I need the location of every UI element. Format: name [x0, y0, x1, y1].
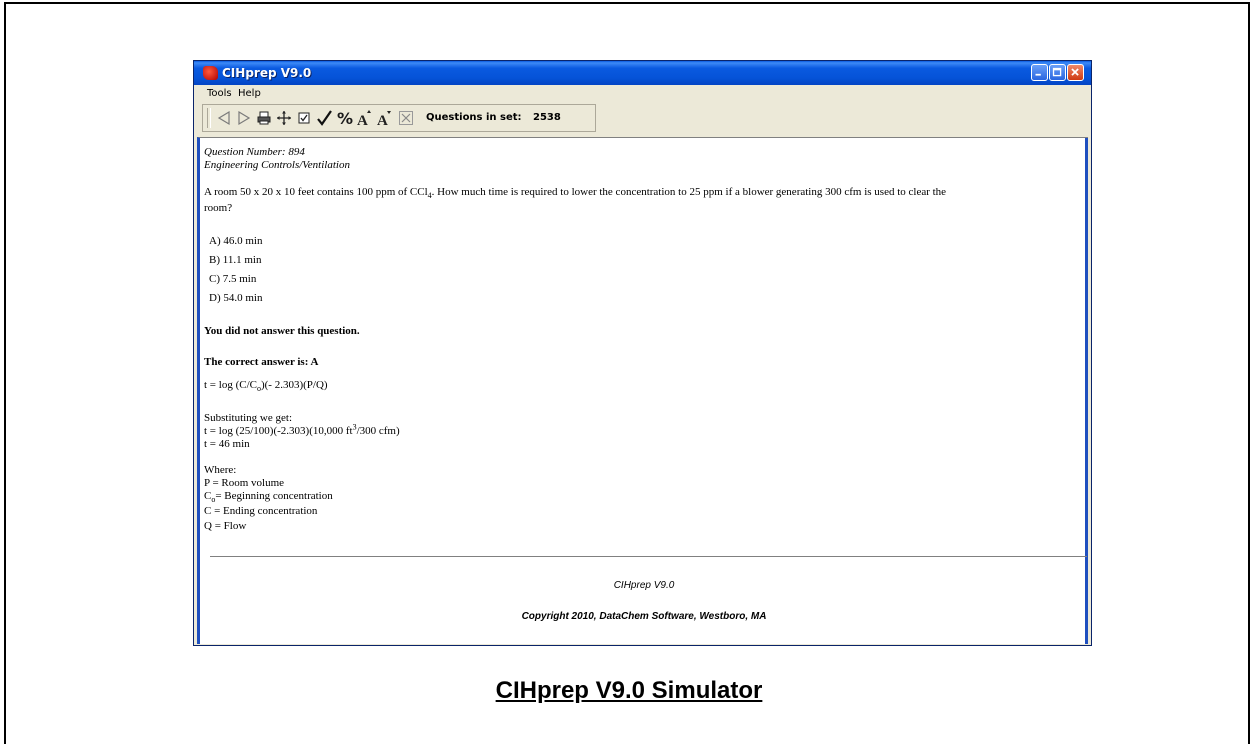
checkmark-icon[interactable] — [315, 109, 333, 127]
question-content: Question Number: 894 Engineering Control… — [197, 137, 1088, 644]
formula: t = log (C/Co)(- 2.303)(P/Q) — [204, 379, 328, 393]
footer-copyright: Copyright 2010, DataChem Software, Westb… — [521, 611, 767, 622]
where-heading: Where: — [204, 464, 237, 476]
question-text: A room 50 x 20 x 10 feet contains 100 pp… — [204, 186, 947, 200]
printer-icon[interactable] — [255, 109, 273, 127]
minimize-icon — [1035, 73, 1041, 76]
page-caption: CIHprep V9.0 Simulator — [495, 677, 763, 704]
close-button[interactable] — [1067, 64, 1084, 81]
footer-title: CIHprep V9.0 — [613, 580, 675, 591]
menu-tools[interactable]: Tools — [207, 88, 232, 99]
option-d[interactable]: D) 54.0 min — [209, 292, 262, 304]
question-text-line2: room? — [204, 202, 233, 214]
clear-icon[interactable] — [397, 109, 415, 127]
forward-arrow-icon[interactable] — [235, 109, 253, 127]
substitution-line1-b: /300 cfm) — [356, 425, 400, 437]
question-text-a: A room 50 x 20 x 10 feet contains 100 pp… — [204, 186, 428, 198]
menu-bar: Tools Help — [194, 85, 1091, 101]
font-increase-icon[interactable]: A — [356, 109, 374, 127]
substitution-line2: t = 46 min — [204, 438, 250, 450]
app-logo-icon — [203, 66, 218, 80]
percent-icon[interactable]: % — [336, 109, 354, 128]
formula-b: )(- 2.303)(P/Q) — [260, 379, 328, 391]
app-window: CIHprep V9.0 Tools Help % A A Questions … — [193, 60, 1092, 646]
minimize-button[interactable] — [1031, 64, 1048, 81]
toolbar-grip[interactable] — [207, 108, 211, 128]
question-category: Engineering Controls/Ventilation — [204, 159, 350, 171]
not-answered-message: You did not answer this question. — [204, 325, 360, 337]
correct-answer: The correct answer is: A — [204, 356, 319, 368]
maximize-button[interactable] — [1049, 64, 1066, 81]
toolbar: % A A Questions in set: 2538 — [202, 104, 596, 132]
questions-count: 2538 — [533, 112, 561, 123]
svg-text:A: A — [357, 113, 368, 127]
content-border — [1085, 138, 1088, 644]
substitution-heading: Substituting we get: — [204, 412, 292, 424]
where-co: Co= Beginning concentration — [204, 490, 333, 504]
formula-a: t = log (C/C — [204, 379, 257, 391]
option-b[interactable]: B) 11.1 min — [209, 254, 261, 266]
question-text-b: . How much time is required to lower the… — [431, 186, 947, 198]
divider — [210, 556, 1087, 557]
where-co-b: = Beginning concentration — [215, 490, 333, 502]
svg-text:A: A — [377, 113, 388, 127]
font-decrease-icon[interactable]: A — [376, 109, 394, 127]
substitution-line1: t = log (25/100)(-2.303)(10,000 ft3/300 … — [204, 423, 400, 437]
option-a[interactable]: A) 46.0 min — [209, 235, 262, 247]
back-arrow-icon[interactable] — [215, 109, 233, 127]
questions-in-set-label: Questions in set: — [426, 112, 522, 123]
menu-help[interactable]: Help — [238, 88, 261, 99]
question-number: Question Number: 894 — [204, 146, 305, 158]
where-q: Q = Flow — [204, 520, 247, 532]
where-c: C = Ending concentration — [204, 505, 318, 517]
window-title: CIHprep V9.0 — [222, 66, 312, 80]
move-icon[interactable] — [275, 109, 293, 127]
substitution-line1-a: t = log (25/100)(-2.303)(10,000 ft — [204, 425, 353, 437]
title-bar[interactable]: CIHprep V9.0 — [194, 61, 1091, 85]
checkbox-icon[interactable] — [295, 109, 313, 127]
option-c[interactable]: C) 7.5 min — [209, 273, 256, 285]
maximize-icon — [1052, 67, 1062, 77]
close-icon — [1071, 68, 1079, 76]
where-p: P = Room volume — [204, 477, 285, 489]
